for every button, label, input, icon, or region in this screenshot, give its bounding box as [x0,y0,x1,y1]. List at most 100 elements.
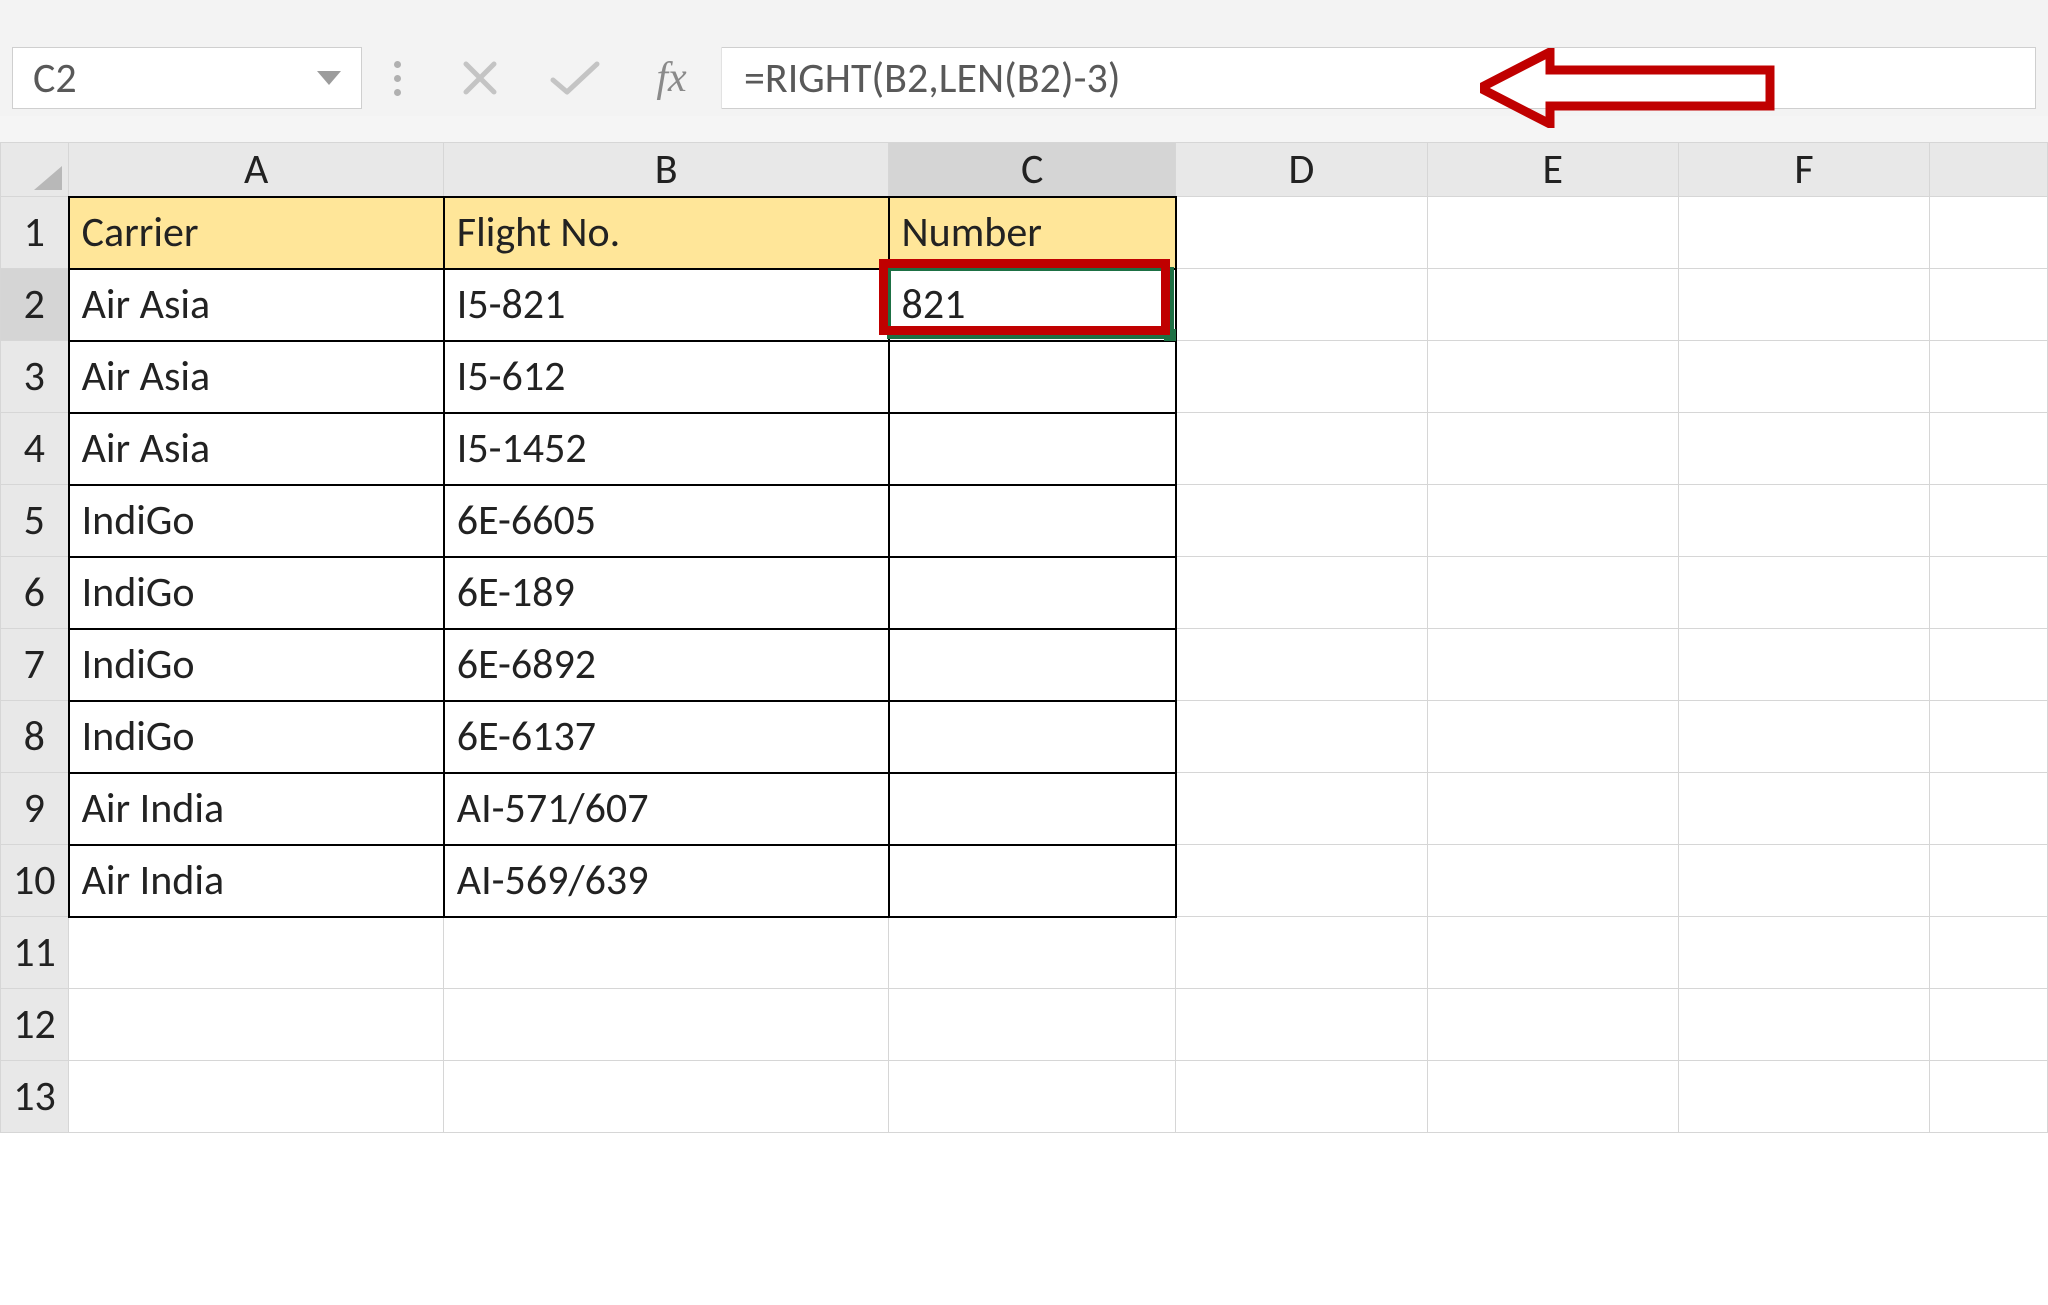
row-header-8[interactable]: 8 [1,701,69,773]
row-header-13[interactable]: 13 [1,1061,69,1133]
cell-d11[interactable] [1176,917,1427,989]
cell-a7[interactable]: IndiGo [69,629,444,701]
cell-f6[interactable] [1678,557,1929,629]
cell-e8[interactable] [1427,701,1678,773]
row-header-4[interactable]: 4 [1,413,69,485]
cell-b9[interactable]: AI-571/607 [444,773,889,845]
cell-a2[interactable]: Air Asia [69,269,444,341]
cell-f11[interactable] [1678,917,1929,989]
cell-d1[interactable] [1176,197,1427,269]
cell-f2[interactable] [1678,269,1929,341]
name-box[interactable]: C2 [12,47,362,109]
cell-d4[interactable] [1176,413,1427,485]
col-header-e[interactable]: E [1427,143,1678,197]
cell-b8[interactable]: 6E-6137 [444,701,889,773]
row-header-5[interactable]: 5 [1,485,69,557]
chevron-down-icon[interactable] [317,71,341,85]
cell-g4[interactable] [1930,413,2048,485]
cell-e3[interactable] [1427,341,1678,413]
formula-input[interactable]: =RIGHT(B2,LEN(B2)-3) [722,47,2036,109]
cell-c12[interactable] [889,989,1176,1061]
cell-d7[interactable] [1176,629,1427,701]
cell-b7[interactable]: 6E-6892 [444,629,889,701]
cell-a5[interactable]: IndiGo [69,485,444,557]
cell-g6[interactable] [1930,557,2048,629]
cell-a4[interactable]: Air Asia [69,413,444,485]
cell-e13[interactable] [1427,1061,1678,1133]
cell-a1[interactable]: Carrier [69,197,444,269]
cell-d10[interactable] [1176,845,1427,917]
cell-c3[interactable] [889,341,1176,413]
cell-a9[interactable]: Air India [69,773,444,845]
cell-a11[interactable] [69,917,444,989]
row-header-6[interactable]: 6 [1,557,69,629]
cell-d13[interactable] [1176,1061,1427,1133]
cell-a6[interactable]: IndiGo [69,557,444,629]
cell-c2[interactable]: 821 [889,269,1176,341]
cell-b13[interactable] [444,1061,889,1133]
row-header-2[interactable]: 2 [1,269,69,341]
cell-c1[interactable]: Number [889,197,1176,269]
cell-d5[interactable] [1176,485,1427,557]
cell-d2[interactable] [1176,269,1427,341]
cell-g3[interactable] [1930,341,2048,413]
cell-c7[interactable] [889,629,1176,701]
cell-f5[interactable] [1678,485,1929,557]
row-header-9[interactable]: 9 [1,773,69,845]
cell-e7[interactable] [1427,629,1678,701]
col-header-a[interactable]: A [69,143,444,197]
cell-f1[interactable] [1678,197,1929,269]
cell-e2[interactable] [1427,269,1678,341]
cell-c13[interactable] [889,1061,1176,1133]
cell-a13[interactable] [69,1061,444,1133]
cell-g5[interactable] [1930,485,2048,557]
cell-e10[interactable] [1427,845,1678,917]
cell-f7[interactable] [1678,629,1929,701]
row-header-1[interactable]: 1 [1,197,69,269]
cell-a3[interactable]: Air Asia [69,341,444,413]
cell-f12[interactable] [1678,989,1929,1061]
cell-a8[interactable]: IndiGo [69,701,444,773]
cell-c8[interactable] [889,701,1176,773]
spreadsheet-grid[interactable]: A B C D E F 1 Carrier Flight No. Number … [0,142,2048,1305]
cell-g10[interactable] [1930,845,2048,917]
cell-c6[interactable] [889,557,1176,629]
cell-b12[interactable] [444,989,889,1061]
cell-c4[interactable] [889,413,1176,485]
row-header-3[interactable]: 3 [1,341,69,413]
row-header-10[interactable]: 10 [1,845,69,917]
cell-e12[interactable] [1427,989,1678,1061]
cell-c10[interactable] [889,845,1176,917]
cell-a12[interactable] [69,989,444,1061]
cell-b11[interactable] [444,917,889,989]
row-header-12[interactable]: 12 [1,989,69,1061]
cell-e6[interactable] [1427,557,1678,629]
col-header-c[interactable]: C [889,143,1176,197]
cell-c11[interactable] [889,917,1176,989]
col-header-b[interactable]: B [444,143,889,197]
cell-f8[interactable] [1678,701,1929,773]
cell-b6[interactable]: 6E-189 [444,557,889,629]
cell-g8[interactable] [1930,701,2048,773]
col-header-f[interactable]: F [1678,143,1929,197]
cell-d8[interactable] [1176,701,1427,773]
cell-e4[interactable] [1427,413,1678,485]
cell-g13[interactable] [1930,1061,2048,1133]
cell-f13[interactable] [1678,1061,1929,1133]
cell-d3[interactable] [1176,341,1427,413]
cell-b5[interactable]: 6E-6605 [444,485,889,557]
cell-f4[interactable] [1678,413,1929,485]
cell-a10[interactable]: Air India [69,845,444,917]
cell-g11[interactable] [1930,917,2048,989]
cell-e9[interactable] [1427,773,1678,845]
cell-e1[interactable] [1427,197,1678,269]
col-header-d[interactable]: D [1176,143,1427,197]
cell-e5[interactable] [1427,485,1678,557]
cell-g9[interactable] [1930,773,2048,845]
cell-c9[interactable] [889,773,1176,845]
cell-c5[interactable] [889,485,1176,557]
col-header-extra[interactable] [1930,143,2048,197]
cell-b3[interactable]: I5-612 [444,341,889,413]
cell-d6[interactable] [1176,557,1427,629]
cell-f10[interactable] [1678,845,1929,917]
